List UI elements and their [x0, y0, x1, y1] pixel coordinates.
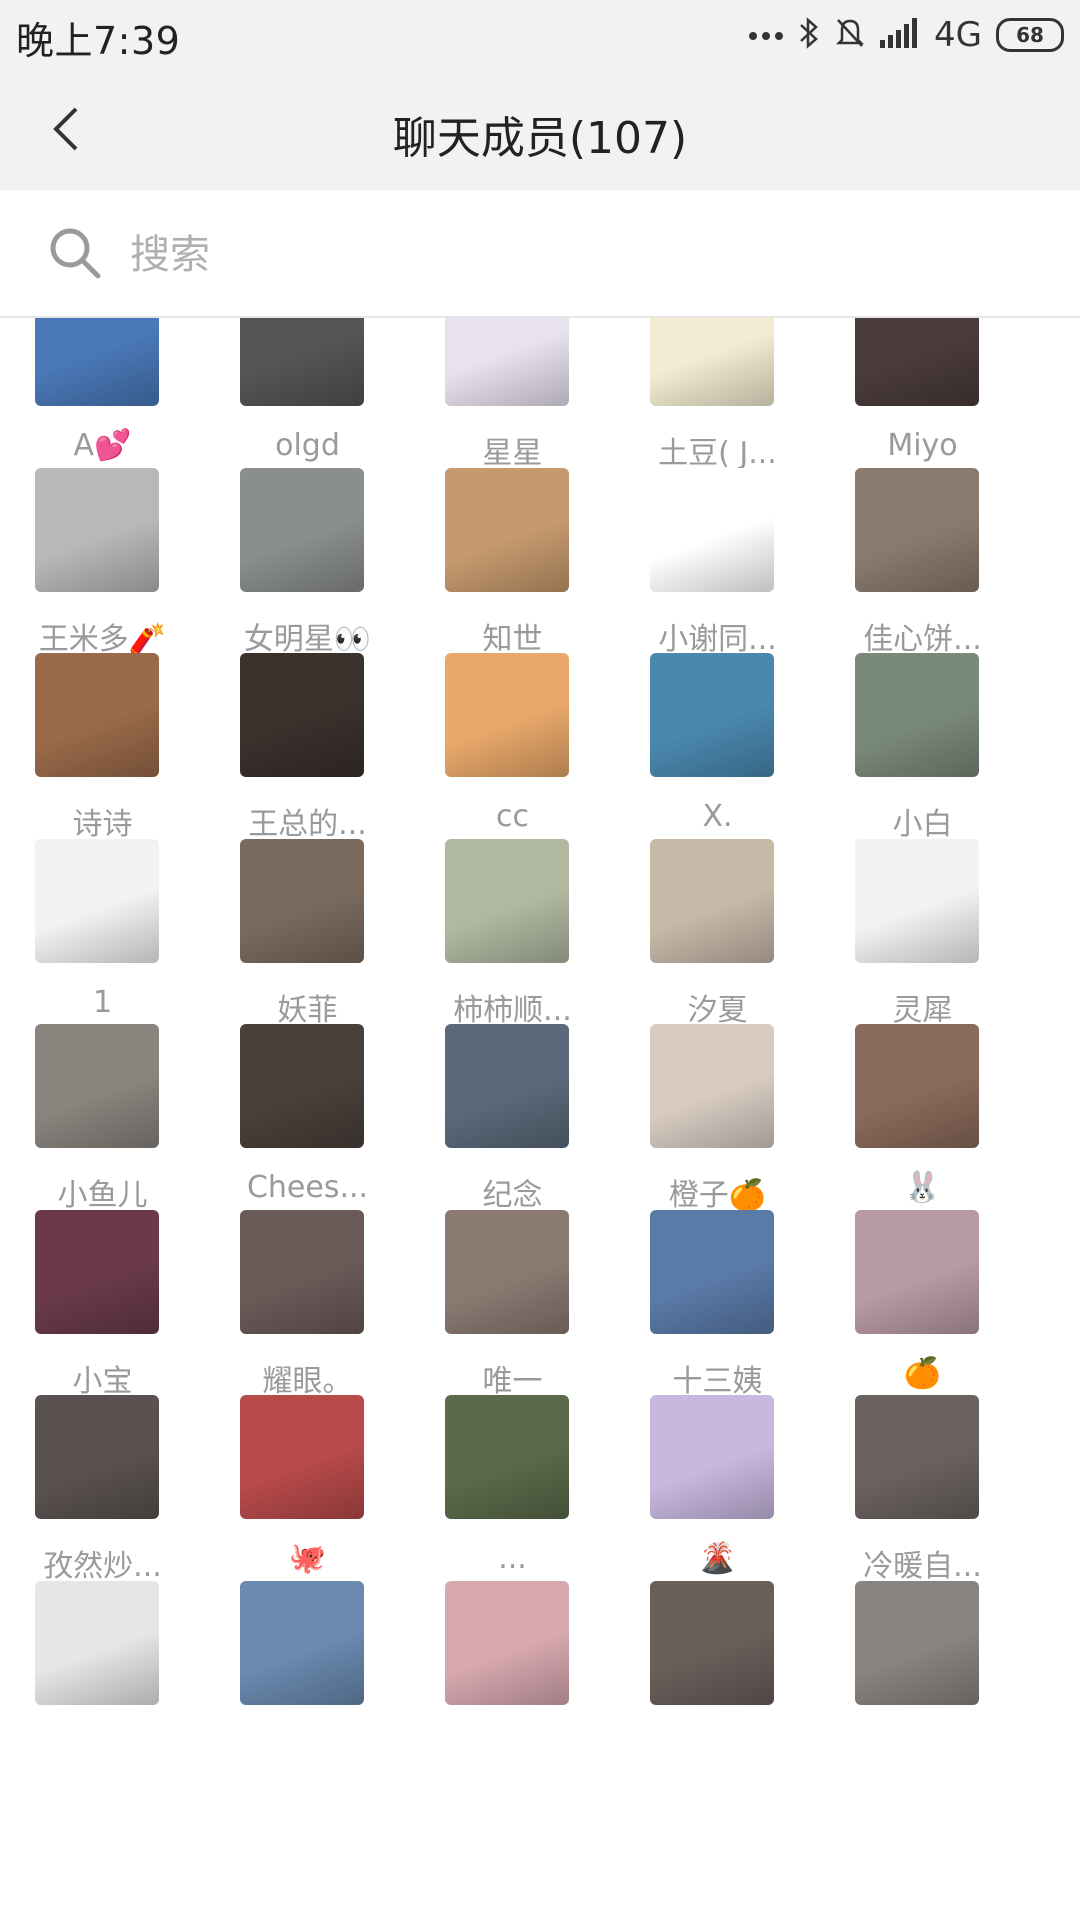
member-item[interactable]: [0, 1581, 205, 1808]
member-name: X.: [702, 799, 733, 834]
member-name: 纪念: [482, 1178, 543, 1213]
member-name: Chees...: [246, 1170, 369, 1205]
member-name: 佳心饼...: [863, 622, 982, 657]
page-title: 聊天成员(107): [392, 113, 688, 164]
member-avatar[interactable]: [445, 318, 569, 406]
member-name: 耀眼。: [262, 1364, 353, 1399]
member-name: cc: [496, 799, 529, 834]
member-name: 王米多🧨: [38, 622, 167, 657]
member-name: 唯一: [482, 1364, 543, 1399]
member-name: 灵犀: [892, 993, 953, 1028]
search-icon: [50, 228, 101, 279]
search-input[interactable]: [128, 226, 1032, 284]
member-name: 冷暖自...: [863, 1549, 982, 1584]
member-avatar[interactable]: [445, 1581, 569, 1705]
member-name: 小宝: [72, 1364, 133, 1399]
signal-icon: [880, 18, 920, 52]
bottom-edge: [0, 1890, 1080, 1920]
member-avatar[interactable]: [35, 468, 159, 592]
member-avatar[interactable]: [650, 653, 774, 777]
member-avatar[interactable]: [240, 468, 364, 592]
member-avatar[interactable]: [445, 468, 569, 592]
member-name: 小白: [892, 807, 953, 842]
member-name: 十三姨: [672, 1364, 763, 1399]
member-avatar[interactable]: [35, 1581, 159, 1705]
member-avatar[interactable]: [35, 653, 159, 777]
member-avatar[interactable]: [650, 318, 774, 406]
member-avatar[interactable]: [445, 1210, 569, 1334]
member-avatar[interactable]: [240, 1210, 364, 1334]
network-type: 4G: [934, 15, 982, 55]
member-avatar[interactable]: [650, 1024, 774, 1148]
member-avatar[interactable]: [240, 318, 364, 406]
member-name: 🐰: [903, 1170, 942, 1205]
member-name: ...: [498, 1541, 527, 1576]
member-name: 橙子🍊: [668, 1178, 767, 1213]
member-name: 孜然炒...: [43, 1549, 162, 1584]
member-name: 女明星👀: [243, 622, 372, 657]
status-time: 晚上7:39: [16, 19, 181, 63]
member-name: 🌋: [698, 1541, 737, 1576]
bluetooth-icon: [798, 16, 820, 54]
status-bar: 晚上7:39 4G 68: [0, 0, 1080, 70]
member-name: 🐙: [288, 1541, 327, 1576]
member-item[interactable]: [205, 1581, 410, 1808]
member-name: 诗诗: [72, 807, 133, 842]
member-avatar[interactable]: [650, 839, 774, 963]
member-avatar[interactable]: [650, 1581, 774, 1705]
member-avatar[interactable]: [445, 839, 569, 963]
member-grid: A💕 olgd 星星 土豆( J... Miyo 王米多🧨 女明星👀 知世 小谢同... 佳心饼.…: [0, 318, 1080, 1890]
member-avatar[interactable]: [855, 318, 979, 406]
member-avatar[interactable]: [855, 468, 979, 592]
member-name: olgd: [275, 428, 340, 463]
member-avatar[interactable]: [855, 1024, 979, 1148]
member-avatar[interactable]: [445, 653, 569, 777]
member-avatar[interactable]: [445, 1395, 569, 1519]
top-bar: 聊天成员(107): [0, 70, 1080, 190]
member-avatar[interactable]: [855, 653, 979, 777]
member-name: 小鱼儿: [57, 1178, 148, 1213]
member-avatar[interactable]: [650, 468, 774, 592]
member-avatar[interactable]: [445, 1024, 569, 1148]
member-avatar[interactable]: [35, 1024, 159, 1148]
member-avatar[interactable]: [240, 653, 364, 777]
member-avatar[interactable]: [240, 1024, 364, 1148]
member-avatar[interactable]: [240, 1395, 364, 1519]
member-name: 🍊: [903, 1356, 942, 1391]
member-name: 柿柿顺...: [453, 993, 572, 1028]
member-avatar[interactable]: [35, 839, 159, 963]
member-name: 小谢同...: [658, 622, 777, 657]
member-avatar[interactable]: [35, 1210, 159, 1334]
member-avatar[interactable]: [855, 839, 979, 963]
chat-members-screen: 晚上7:39 4G 68 聊天成员(107) A💕olgd星星土豆(: [0, 0, 1080, 1920]
member-name: 星星: [482, 436, 543, 471]
search-bar: [0, 190, 1080, 318]
member-item[interactable]: [615, 1581, 820, 1808]
member-name: 土豆( J...: [658, 436, 777, 471]
member-name: 汐夏: [687, 993, 748, 1028]
member-avatar[interactable]: [650, 1395, 774, 1519]
member-avatar[interactable]: [240, 839, 364, 963]
member-avatar[interactable]: [855, 1395, 979, 1519]
member-name: 知世: [482, 622, 543, 657]
member-avatar[interactable]: [855, 1210, 979, 1334]
member-avatar[interactable]: [240, 1581, 364, 1705]
member-item[interactable]: [410, 1581, 615, 1808]
member-name: Miyo: [887, 428, 958, 463]
member-name: 王总的...: [248, 807, 367, 842]
member-avatar[interactable]: [650, 1210, 774, 1334]
mute-bell-icon: [834, 16, 866, 54]
member-row: [0, 1581, 1080, 1808]
member-avatar[interactable]: [35, 1395, 159, 1519]
member-avatar[interactable]: [35, 318, 159, 406]
member-item[interactable]: [820, 1581, 1025, 1808]
battery-icon: 68: [996, 18, 1064, 52]
more-dots-icon: [748, 26, 784, 45]
member-name: 1: [92, 985, 113, 1020]
status-icons: 4G 68: [748, 10, 1064, 60]
member-name: A💕: [73, 428, 132, 463]
member-avatar[interactable]: [855, 1581, 979, 1705]
member-name: 妖菲: [277, 993, 338, 1028]
